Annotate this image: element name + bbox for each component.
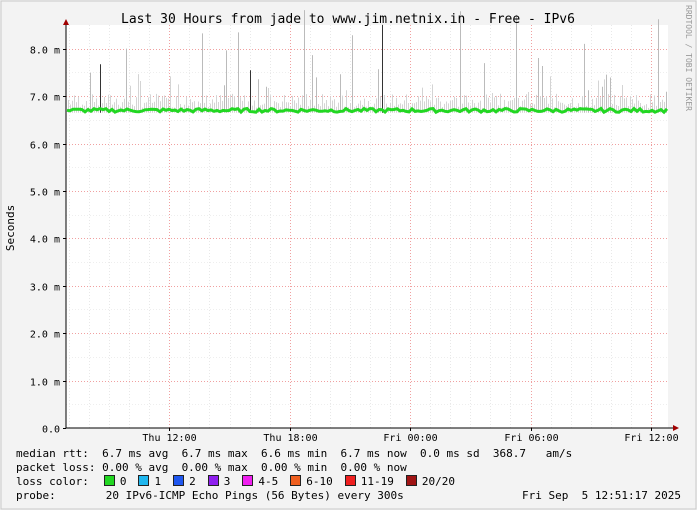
loss-legend-label: 3 — [223, 475, 231, 488]
loss-legend-item: 3 — [207, 475, 231, 488]
loss-legend-label: 0 — [119, 475, 127, 488]
x-tick-label: Fri 12:00 — [624, 433, 678, 444]
graph-timestamp: Fri Sep 5 12:51:17 2025 — [522, 489, 681, 502]
probe-label: probe: — [16, 489, 56, 502]
loss-legend-swatch — [173, 475, 185, 486]
y-tick-label: 5.0 m — [30, 188, 60, 199]
loss-color-label: loss color: — [16, 475, 89, 488]
loss-legend-label: 6-10 — [306, 475, 333, 488]
y-tick-label: 0.0 — [42, 425, 60, 436]
x-tick-label: Thu 18:00 — [263, 433, 317, 444]
loss-legend-items: 0 1 2 3 4-5 6-10 11-19 20/20 — [103, 475, 467, 488]
loss-legend-item: 2 — [173, 475, 196, 488]
loss-legend-item: 4-5 — [242, 475, 278, 488]
loss-legend-swatch — [103, 475, 115, 486]
loss-legend-label: 4-5 — [258, 475, 279, 488]
loss-legend-label: 2 — [189, 475, 196, 488]
rtt-chart: 0.0 1.0 m 2.0 m 3.0 m 4.0 m 5.0 m 6.0 m 7.0 m 8.… — [0, 0, 697, 510]
watermark: RRDTOOL / TOBI OETIKER — [684, 5, 693, 111]
loss-legend-swatch — [138, 475, 150, 486]
packet-loss-stats: packet loss: 0.00 % avg 0.00 % max 0.00 … — [16, 461, 407, 474]
plot-area — [66, 25, 668, 428]
y-tick-label: 1.0 m — [30, 378, 60, 389]
probe-text: 20 IPv6-ICMP Echo Pings (56 Bytes) every… — [105, 489, 404, 502]
loss-legend-swatch — [405, 475, 417, 486]
y-tick-label: 3.0 m — [30, 283, 60, 294]
smokeping-graph: 0.0 1.0 m 2.0 m 3.0 m 4.0 m 5.0 m 6.0 m 7.0 m 8.… — [0, 0, 697, 510]
loss-legend-swatch — [207, 475, 219, 486]
loss-legend-item: 1 — [138, 475, 161, 488]
loss-legend-label: 20/20 — [421, 475, 455, 488]
loss-legend-swatch — [242, 475, 254, 486]
y-tick-label: 4.0 m — [30, 235, 60, 246]
y-tick-label: 2.0 m — [30, 330, 60, 341]
loss-legend-item: 20/20 — [405, 475, 455, 488]
x-tick-label: Fri 00:00 — [383, 433, 437, 444]
median-rtt-stats: median rtt: 6.7 ms avg 6.7 ms max 6.6 ms… — [16, 447, 573, 460]
y-tick-label: 8.0 m — [30, 46, 60, 57]
probe-row: probe: 20 IPv6-ICMP Echo Pings (56 Bytes)… — [16, 489, 404, 503]
y-tick-label: 6.0 m — [30, 141, 60, 152]
y-tick-label: 7.0 m — [30, 93, 60, 104]
x-tick-label: Fri 06:00 — [504, 433, 558, 444]
loss-legend-item: 11-19 — [344, 475, 394, 488]
loss-legend-swatch — [344, 475, 356, 486]
x-tick-label: Thu 12:00 — [142, 433, 196, 444]
loss-legend-label: 11-19 — [360, 475, 394, 488]
loss-color-legend: loss color: 0 1 2 3 4-5 6-10 11-19 20/20 — [16, 475, 467, 489]
loss-legend-item: 0 — [103, 475, 127, 488]
y-axis-label: Seconds — [4, 205, 17, 251]
loss-legend-swatch — [290, 475, 302, 486]
loss-legend-item: 6-10 — [290, 475, 333, 488]
chart-title: Last 30 Hours from jade to www.jim.netni… — [121, 12, 575, 27]
loss-legend-label: 1 — [154, 475, 162, 488]
